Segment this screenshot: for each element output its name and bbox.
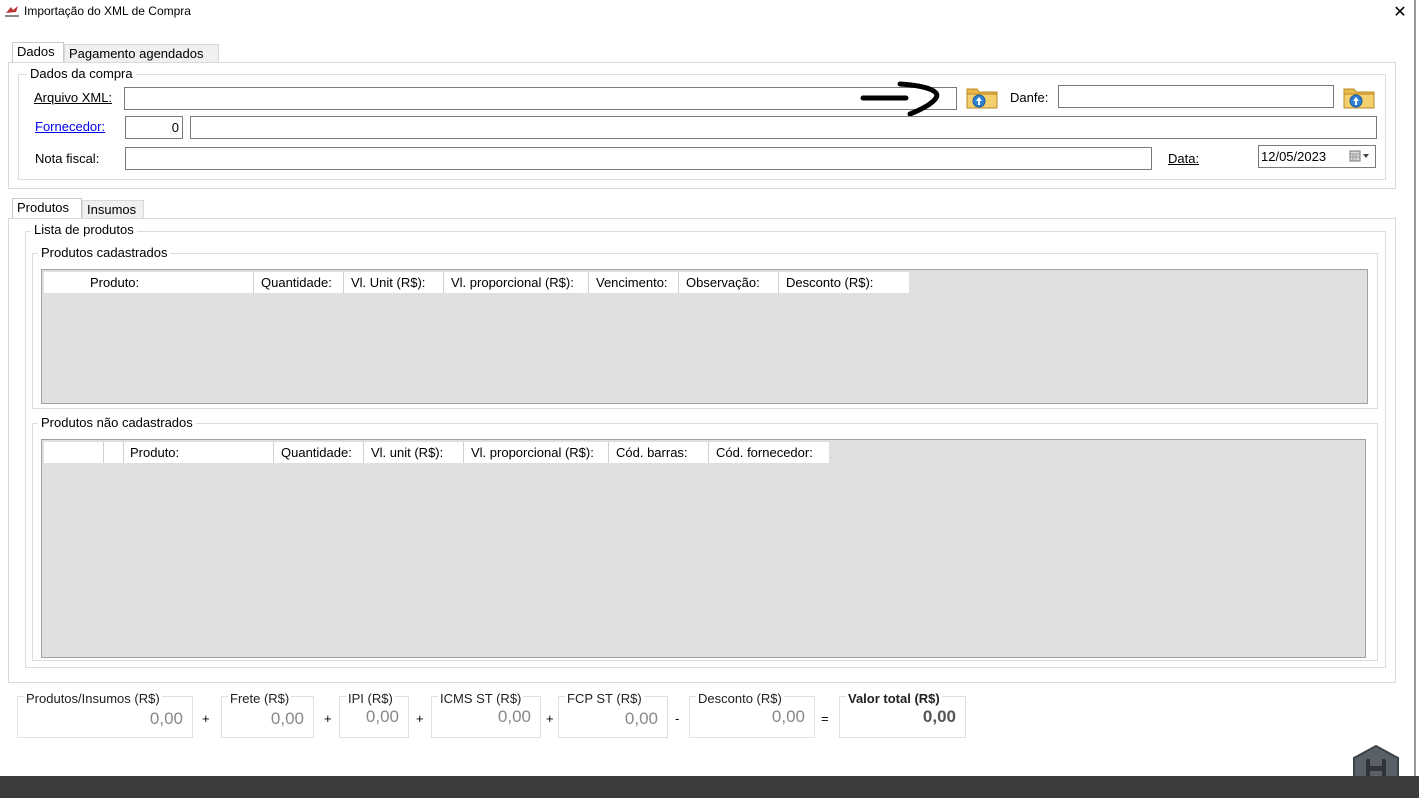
total-ipi: IPI (R$) 0,00 [339,691,409,738]
nao-cadastrados-grid[interactable]: Produto: Quantidade: Vl. unit (R$): Vl. … [41,439,1366,658]
total-desconto-label: Desconto (R$) [696,691,784,706]
operator-plus: + [416,711,424,726]
total-frete-label: Frete (R$) [228,691,292,706]
danfe-folder-upload-icon[interactable] [1343,85,1375,109]
total-valor-total: Valor total (R$) 0,00 [839,691,966,738]
cadastrados-grid-header: Produto: Quantidade: Vl. Unit (R$): Vl. … [44,272,909,293]
operator-minus: - [675,711,680,726]
col-vl-proporcional[interactable]: Vl. proporcional (R$): [444,272,589,293]
total-produtos-insumos: Produtos/Insumos (R$) 0,00 [17,691,193,738]
nota-fiscal-input[interactable] [125,147,1152,170]
data-value: 12/05/2023 [1261,149,1327,164]
col-desconto[interactable]: Desconto (R$): [779,272,909,293]
tab-produtos[interactable]: Produtos [12,198,82,218]
col-flag[interactable] [104,442,124,463]
tab-dados[interactable]: Dados [12,42,64,62]
col-produto-nc[interactable]: Produto: [124,442,274,463]
fornecedor-name-input[interactable] [190,116,1377,139]
total-valor-label: Valor total (R$) [846,691,942,706]
total-icms-st: ICMS ST (R$) 0,00 [431,691,541,738]
window-title: Importação do XML de Compra [24,4,191,18]
col-produto[interactable]: Produto: [44,272,254,293]
danfe-label: Danfe: [1010,90,1049,105]
total-fcp-st: FCP ST (R$) 0,00 [558,691,668,738]
operator-plus: + [324,711,332,726]
folder-upload-icon[interactable] [966,85,998,109]
arquivo-xml-input[interactable] [124,87,957,110]
cadastrados-title: Produtos cadastrados [38,245,171,260]
col-cod-barras[interactable]: Cód. barras: [609,442,709,463]
total-desconto: Desconto (R$) 0,00 [689,691,815,738]
fornecedor-code-input[interactable]: 0 [125,116,183,139]
total-desconto-value: 0,00 [771,707,805,726]
window-edge [1414,0,1416,776]
total-icms-st-value: 0,00 [497,707,531,726]
nao-cadastrados-grid-header: Produto: Quantidade: Vl. unit (R$): Vl. … [44,442,829,463]
calendar-icon[interactable] [1349,149,1373,163]
total-valor-value: 0,00 [922,707,956,726]
total-ipi-label: IPI (R$) [346,691,395,706]
danfe-input[interactable] [1058,85,1334,108]
col-vl-unit[interactable]: Vl. Unit (R$): [344,272,444,293]
tab-insumos[interactable]: Insumos [82,200,144,220]
total-frete-value: 0,00 [270,709,304,728]
total-frete: Frete (R$) 0,00 [221,691,314,738]
total-fcp-st-value: 0,00 [624,709,658,728]
arquivo-xml-label: Arquivo XML: [34,90,113,105]
total-ipi-value: 0,00 [365,707,399,726]
col-select[interactable] [44,442,104,463]
col-observacao[interactable]: Observação: [679,272,779,293]
col-vl-proporcional-nc[interactable]: Vl. proporcional (R$): [464,442,609,463]
data-label: Data: [1168,151,1200,166]
col-vl-unit-nc[interactable]: Vl. unit (R$): [364,442,464,463]
col-cod-fornecedor[interactable]: Cód. fornecedor: [709,442,829,463]
total-icms-st-label: ICMS ST (R$) [438,691,524,706]
col-vencimento[interactable]: Vencimento: [589,272,679,293]
col-quantidade[interactable]: Quantidade: [254,272,344,293]
operator-plus: + [546,711,554,726]
tab-pagamento-agendados[interactable]: Pagamento agendados [64,44,219,64]
nota-fiscal-label: Nota fiscal: [35,151,100,166]
cadastrados-grid[interactable]: Produto: Quantidade: Vl. Unit (R$): Vl. … [41,269,1368,404]
operator-equals: = [821,711,829,726]
fornecedor-link[interactable]: Fornecedor: [35,119,105,134]
total-produtos-value: 0,00 [149,709,183,728]
total-fcp-st-label: FCP ST (R$) [565,691,644,706]
close-button[interactable]: ✕ [1391,2,1409,21]
dados-compra-title: Dados da compra [27,66,136,81]
lista-produtos-title: Lista de produtos [31,222,137,237]
bottom-status-bar [0,776,1419,798]
col-quantidade-nc[interactable]: Quantidade: [274,442,364,463]
total-produtos-label: Produtos/Insumos (R$) [24,691,162,706]
nao-cadastrados-title: Produtos não cadastrados [38,415,196,430]
arrow-annotation-icon [860,81,940,116]
operator-plus: + [202,711,210,726]
app-logo-icon [5,6,19,17]
